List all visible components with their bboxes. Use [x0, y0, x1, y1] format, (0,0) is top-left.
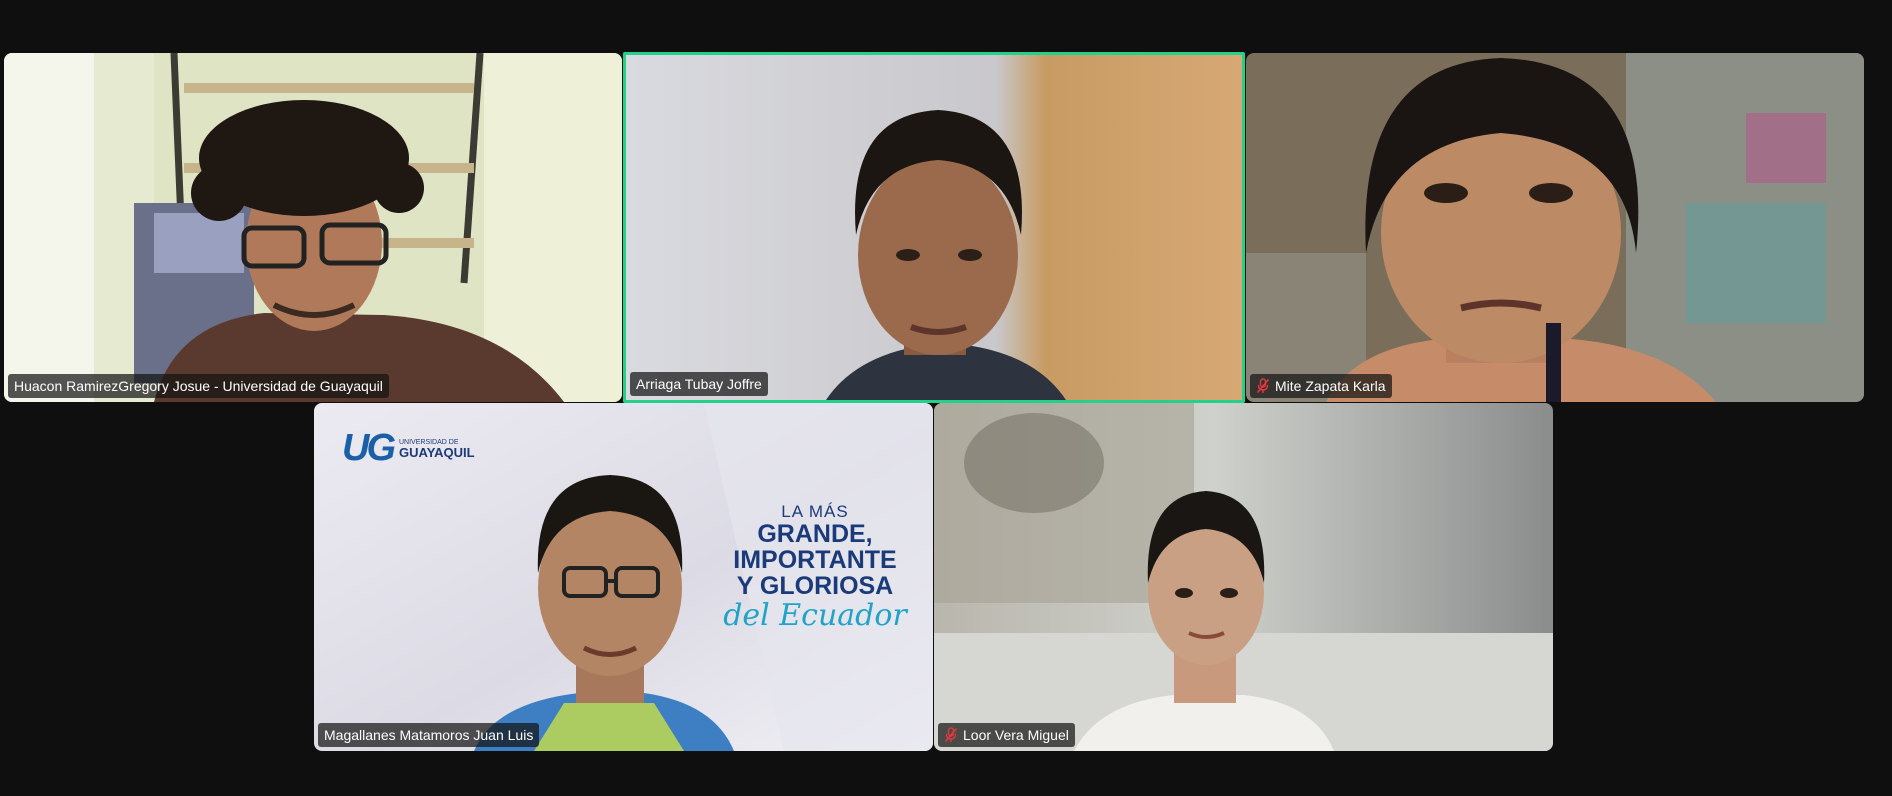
participant-name-tag: Mite Zapata Karla: [1250, 374, 1392, 398]
slogan-line-3: Y GLORIOSA: [736, 572, 894, 601]
participant-name: Arriaga Tubay Joffre: [636, 376, 762, 392]
participant-name-tag: Huacon RamirezGregory Josue - Universida…: [8, 374, 389, 398]
participant-video: [4, 53, 622, 402]
slogan-line-2: IMPORTANTE: [733, 546, 897, 575]
participant-name-tag: Magallanes Matamoros Juan Luis: [318, 723, 540, 747]
participant-name-tag: Arriaga Tubay Joffre: [630, 372, 768, 396]
slogan-line-1: GRANDE,: [757, 519, 873, 548]
participant-video: [1246, 53, 1864, 402]
participant-name: Mite Zapata Karla: [1275, 378, 1386, 394]
university-logo: UG UNIVERSIDAD DE GUAYAQUIL: [342, 427, 475, 470]
logo-letters: UG: [342, 427, 396, 469]
participant-name: Magallanes Matamoros Juan Luis: [324, 727, 534, 743]
video-gallery: Huacon RamirezGregory Josue - Universida…: [0, 0, 1892, 796]
participant-tile[interactable]: Mite Zapata Karla: [1246, 53, 1864, 402]
slogan-small: LA MÁS: [781, 502, 849, 521]
participant-tile[interactable]: UG UNIVERSIDAD DE GUAYAQUIL LA MÁS GRAND…: [314, 403, 933, 751]
participant-video: [626, 55, 1242, 400]
slogan-script: del Ecuador: [723, 597, 907, 633]
participant-name: Huacon RamirezGregory Josue - Universida…: [14, 378, 383, 394]
participant-video: [934, 403, 1553, 751]
participant-name: Loor Vera Miguel: [963, 727, 1069, 743]
microphone-muted-icon: [944, 727, 958, 743]
participant-tile-active-speaker[interactable]: Arriaga Tubay Joffre: [623, 52, 1245, 403]
logo-line-2: GUAYAQUIL: [399, 444, 475, 460]
participant-tile[interactable]: Huacon RamirezGregory Josue - Universida…: [4, 53, 622, 402]
participant-name-tag: Loor Vera Miguel: [938, 723, 1075, 747]
background-slogan: LA MÁS GRANDE, IMPORTANTE Y GLORIOSA del…: [715, 503, 915, 631]
participant-tile[interactable]: Loor Vera Miguel: [934, 403, 1553, 751]
microphone-muted-icon: [1256, 378, 1270, 394]
